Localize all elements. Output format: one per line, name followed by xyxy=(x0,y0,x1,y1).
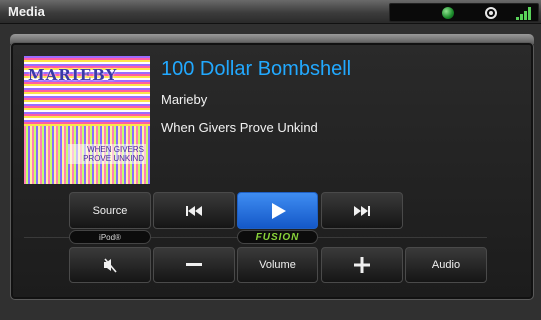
audio-button[interactable]: Audio xyxy=(405,247,487,283)
fusion-logo: FUSION xyxy=(237,230,318,244)
album-art-logo: MARIEBY xyxy=(28,66,118,84)
artist-name: Marieby xyxy=(161,92,208,107)
album-name: When Givers Prove Unkind xyxy=(161,120,318,135)
window-title: Media xyxy=(8,4,45,19)
media-screen: Media MARIEBY WHEN GIVERS PROVE UNKIND 1… xyxy=(0,0,541,320)
source-name: iPod® xyxy=(69,230,151,244)
next-track-button[interactable] xyxy=(321,192,403,229)
play-icon xyxy=(271,202,286,219)
track-title: 100 Dollar Bombshell xyxy=(161,58,352,80)
signal-strength-icon xyxy=(516,7,534,20)
album-art-subtitle: WHEN GIVERS PROVE UNKIND xyxy=(68,144,146,164)
skip-next-icon xyxy=(354,205,370,216)
mute-button[interactable] xyxy=(69,247,151,283)
mute-icon xyxy=(104,258,117,273)
skip-previous-icon xyxy=(186,205,202,216)
status-area xyxy=(389,3,539,22)
volume-down-button[interactable] xyxy=(153,247,235,283)
steering-wheel-icon xyxy=(485,7,497,19)
album-art: MARIEBY WHEN GIVERS PROVE UNKIND xyxy=(24,56,150,184)
previous-track-button[interactable] xyxy=(153,192,235,229)
source-button[interactable]: Source xyxy=(69,192,151,229)
volume-label-button[interactable]: Volume xyxy=(237,247,318,283)
gps-icon xyxy=(442,7,454,19)
title-bar: Media xyxy=(0,0,541,24)
plus-icon xyxy=(354,257,370,273)
minus-icon xyxy=(186,263,202,266)
volume-up-button[interactable] xyxy=(321,247,403,283)
play-button[interactable] xyxy=(237,192,318,229)
